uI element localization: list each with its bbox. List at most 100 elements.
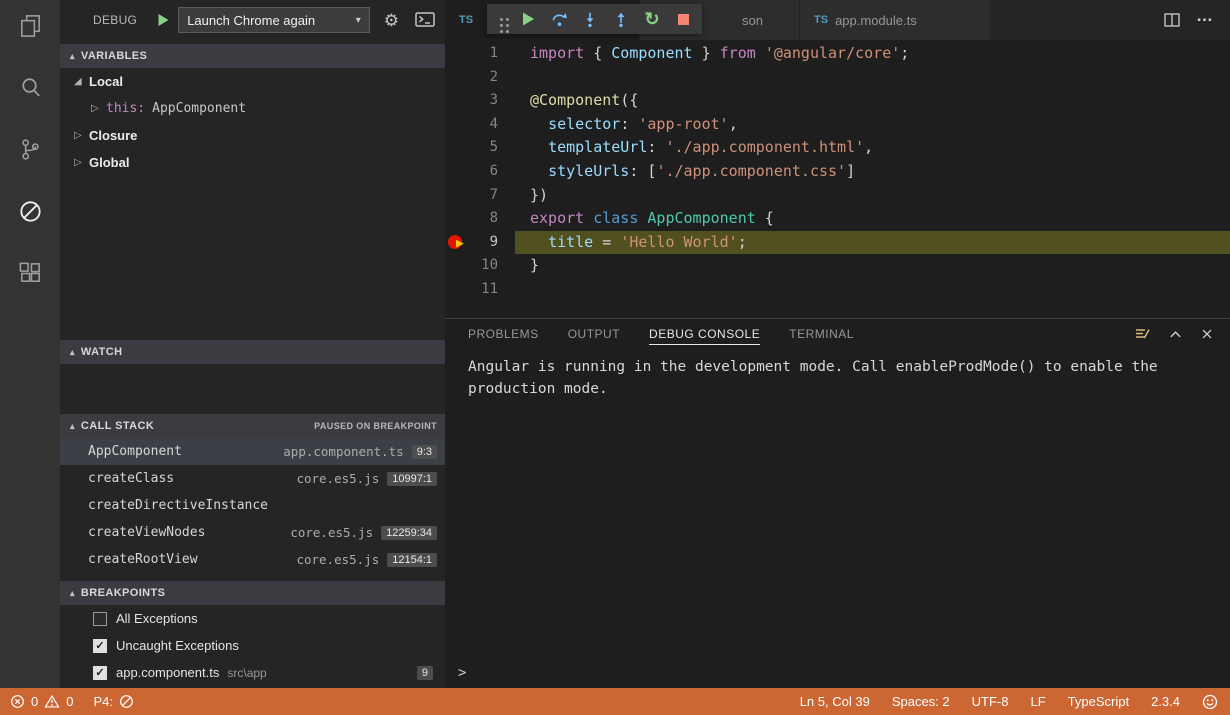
more-actions-icon[interactable]: … [1196,16,1214,24]
panel-tab-problems[interactable]: PROBLEMS [468,323,539,345]
variables-scope-row[interactable]: ▷Global [60,149,445,176]
breakpoint-row[interactable]: ✓Uncaught Exceptions [60,632,445,659]
editor-tab[interactable]: TSapp.module.ts [800,0,990,40]
code-token: }) [530,186,548,204]
status-item[interactable]: UTF-8 [972,694,1009,709]
section-twisty-icon: ▴ [70,347,75,358]
panel-tab-terminal[interactable]: TERMINAL [789,323,854,345]
code-token: 'Hello World' [620,233,737,251]
call-stack-section-header[interactable]: ▴ CALL STACK PAUSED ON BREAKPOINT [60,414,445,438]
code-line-text: } [515,254,1230,278]
line-gutter[interactable]: 10 [445,254,515,278]
line-gutter[interactable]: 5 [445,136,515,160]
maximize-panel-icon[interactable] [1168,327,1183,342]
code-line[interactable]: 1import { Component } from '@angular/cor… [445,42,1230,66]
call-stack-frame[interactable]: createRootViewcore.es5.js12154:1 [60,546,445,573]
toolbar-drag-handle[interactable] [497,12,506,27]
call-stack-frame[interactable]: createDirectiveInstance [60,492,445,519]
watch-section-header[interactable]: ▴ WATCH [60,340,445,364]
panel-tab-debug-console[interactable]: DEBUG CONSOLE [649,323,760,345]
line-gutter[interactable]: 1 [445,42,515,66]
breakpoint-row[interactable]: ✓app.component.tssrc\app9 [60,659,445,686]
status-item[interactable]: TypeScript [1068,694,1129,709]
breakpoints-section-header[interactable]: ▴ BREAKPOINTS [60,581,445,605]
call-stack-frame[interactable]: createClasscore.es5.js10997:1 [60,465,445,492]
editor-tab-bar: TSsonTSapp.module.ts … [445,0,1230,40]
line-gutter[interactable]: 11 [445,278,515,302]
code-token: ({ [620,91,638,109]
split-editor-icon[interactable] [1164,12,1180,28]
line-number: 3 [490,92,498,108]
search-icon[interactable] [8,74,52,126]
code-line[interactable]: 2 [445,66,1230,90]
code-line[interactable]: 7}) [445,184,1230,208]
start-debugging-button[interactable] [157,13,170,27]
section-twisty-icon: ▴ [70,421,75,432]
code-token: { [756,209,774,227]
frame-position-badge: 10997:1 [387,472,437,486]
configure-gear-icon[interactable]: ⚙ [384,12,399,29]
status-item[interactable]: 2.3.4 [1151,694,1180,709]
step-out-button[interactable] [612,10,630,28]
code-line[interactable]: 3@Component({ [445,89,1230,113]
restart-button[interactable]: ↻ [643,10,661,28]
breakpoint-checkbox[interactable]: ✓ [93,639,107,653]
code-line[interactable]: 10} [445,254,1230,278]
line-gutter[interactable]: 8 [445,207,515,231]
call-stack-frame[interactable]: createViewNodescore.es5.js12259:34 [60,519,445,546]
code-line[interactable]: ▶9 title = 'Hello World'; [445,231,1230,255]
debug-console-output: Angular is running in the development mo… [445,349,1230,400]
continue-button[interactable] [519,10,537,28]
status-item[interactable]: Spaces: 2 [892,694,950,709]
line-gutter[interactable]: 3 [445,89,515,113]
line-gutter[interactable]: 6 [445,160,515,184]
breakpoint-row[interactable]: All Exceptions [60,605,445,632]
panel-tab-output[interactable]: OUTPUT [568,323,620,345]
code-line[interactable]: 6 styleUrls: ['./app.component.css'] [445,160,1230,184]
variables-scope-row[interactable]: ▷Closure [60,122,445,149]
launch-config-dropdown[interactable]: Launch Chrome again ▾ [178,7,370,33]
extensions-icon[interactable] [8,260,52,312]
debug-console-input-prompt[interactable]: > [458,665,466,681]
source-control-icon[interactable] [8,136,52,188]
close-panel-icon[interactable] [1200,327,1214,341]
step-into-button[interactable] [581,10,599,28]
code-token: = [593,233,620,251]
debug-action-toolbar: ↻ [487,4,702,34]
variables-section-header[interactable]: ▴ VARIABLES [60,44,445,68]
current-statement-arrow-icon: ▶ [456,232,464,256]
code-editor[interactable]: 1import { Component } from '@angular/cor… [445,40,1230,318]
call-stack-frame[interactable]: AppComponentapp.component.ts9:3 [60,438,445,465]
stop-button[interactable] [674,10,692,28]
step-over-button[interactable] [550,10,568,28]
variables-scope-row[interactable]: ◢Local [60,68,445,95]
code-line[interactable]: 5 templateUrl: './app.component.html', [445,136,1230,160]
line-gutter[interactable]: 4 [445,113,515,137]
status-item[interactable]: Ln 5, Col 39 [800,694,870,709]
call-stack-section-title: CALL STACK [81,420,154,432]
breakpoint-checkbox[interactable] [93,612,107,626]
debug-icon[interactable] [8,198,52,250]
watch-list [60,364,445,414]
line-gutter[interactable]: 7 [445,184,515,208]
status-problems[interactable]: 0 0 P4: [10,694,134,709]
frame-position-badge: 12259:34 [381,526,437,540]
code-line-text: import { Component } from '@angular/core… [515,42,1230,66]
status-item[interactable]: LF [1030,694,1045,709]
feedback-smiley-icon[interactable] [1202,694,1218,710]
breakpoint-checkbox[interactable]: ✓ [93,666,107,680]
open-debug-console-icon[interactable] [415,12,435,28]
code-token [530,162,548,180]
line-gutter[interactable]: ▶9 [445,231,515,255]
code-line[interactable]: 4 selector: 'app-root', [445,113,1230,137]
code-token: './app.component.html' [665,138,864,156]
frame-file-name: app.component.ts [283,444,403,459]
code-line[interactable]: 11 [445,278,1230,302]
explorer-icon[interactable] [8,12,52,64]
line-number: 10 [481,257,498,273]
line-gutter[interactable]: 2 [445,66,515,90]
variable-row[interactable]: ▷this:AppComponent [60,95,445,122]
code-line[interactable]: 8export class AppComponent { [445,207,1230,231]
clear-console-icon[interactable] [1133,326,1151,342]
perforce-label[interactable]: P4: [93,694,113,709]
